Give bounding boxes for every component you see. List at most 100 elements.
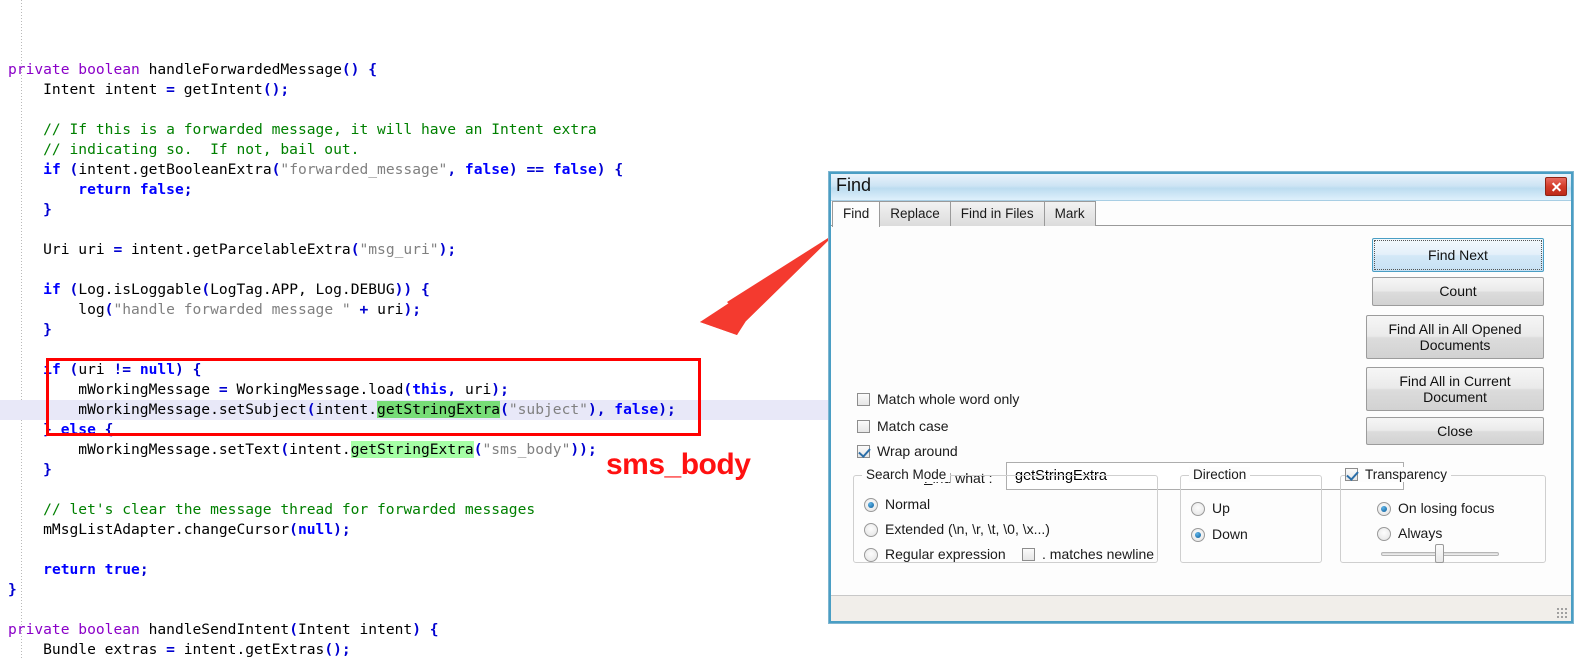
code-token: Bundle extras: [8, 641, 167, 658]
code-line: }: [0, 200, 828, 220]
code-token: =: [218, 381, 228, 398]
code-token: handleForwardedMessage: [148, 61, 342, 78]
dot-matches-newline-label: . matches newline: [1042, 546, 1155, 562]
radio-icon[interactable]: [1191, 502, 1205, 516]
code-token: false: [614, 401, 659, 418]
direction-down[interactable]: Down: [1191, 526, 1248, 542]
dialog-tabs[interactable]: Find Replace Find in Files Mark: [831, 201, 1571, 227]
code-token: "handle forwarded message ": [113, 301, 351, 318]
search-mode-normal[interactable]: Normal: [864, 496, 930, 512]
code-token: );: [658, 401, 676, 418]
code-token: intent.getParcelableExtra: [122, 241, 351, 258]
radio-icon[interactable]: [1377, 502, 1391, 516]
code-token: ;: [183, 181, 193, 198]
code-token: ),: [587, 401, 615, 418]
find-next-label: Find Next: [1428, 246, 1488, 263]
wrap-around[interactable]: Wrap around: [857, 443, 958, 459]
tab-find-in-files[interactable]: Find in Files: [949, 201, 1045, 226]
transparency-title-wrap[interactable]: Transparency: [1345, 467, 1452, 482]
code-token: );: [403, 301, 422, 318]
find-all-in-all-opened-docs-button[interactable]: Find All in All Opened Documents: [1366, 315, 1544, 359]
close-icon[interactable]: [1545, 177, 1567, 196]
radio-icon[interactable]: [864, 548, 878, 562]
tab-find[interactable]: Find: [832, 201, 881, 227]
code-line: private boolean handleForwardedMessage()…: [0, 60, 828, 80]
code-token: () {: [341, 61, 378, 78]
code-line: if (Log.isLoggable(LogTag.APP, Log.DEBUG…: [0, 280, 828, 300]
code-token: =: [166, 81, 175, 98]
code-token: ();: [324, 641, 351, 658]
radio-icon[interactable]: [1191, 528, 1205, 542]
code-token: (: [403, 381, 413, 398]
radio-icon[interactable]: [864, 498, 878, 512]
code-token: "sms_body": [482, 441, 571, 458]
transparency-on-losing-focus-label: On losing focus: [1398, 500, 1495, 516]
transparency-on-losing-focus[interactable]: On losing focus: [1377, 500, 1495, 516]
radio-icon[interactable]: [1377, 527, 1391, 541]
search-mode-extended-label: Extended (\n, \r, \t, \0, \x...): [885, 521, 1050, 537]
code-token: ();: [262, 81, 290, 98]
tab-mark[interactable]: Mark: [1043, 201, 1096, 226]
direction-up[interactable]: Up: [1191, 500, 1230, 516]
code-token: (: [289, 621, 298, 638]
code-token: ;: [139, 561, 149, 578]
code-token: ) {: [412, 621, 439, 638]
transparency-slider-thumb[interactable]: [1435, 544, 1444, 563]
search-mode-regular-expression[interactable]: Regular expression: [864, 546, 1006, 562]
screenshot-root: private boolean handleForwardedMessage()…: [0, 0, 1576, 660]
find-next-button[interactable]: Find Next: [1372, 238, 1544, 272]
code-token: // indicating so. If not, bail out.: [8, 141, 360, 158]
code-token: mWorkingMessage.setSubject: [8, 401, 307, 418]
dialog-body: Find what : Find NextCountFind All in Al…: [831, 226, 1571, 596]
code-token: null: [139, 361, 175, 378]
count-button[interactable]: Count: [1372, 277, 1544, 306]
checkbox-icon[interactable]: [1345, 468, 1358, 481]
code-editor[interactable]: private boolean handleForwardedMessage()…: [0, 0, 828, 660]
resize-grip-icon[interactable]: [1556, 607, 1568, 619]
checkbox-icon[interactable]: [857, 420, 870, 433]
radio-icon[interactable]: [864, 523, 878, 537]
search-mode-extended[interactable]: Extended (\n, \r, \t, \0, \x...): [864, 521, 1050, 537]
code-line: if (intent.getBooleanExtra("forwarded_me…: [0, 160, 828, 180]
checkbox-icon[interactable]: [857, 445, 870, 458]
code-token: ) {: [596, 161, 624, 178]
code-token: private: [8, 621, 79, 638]
code-token: ==: [526, 161, 545, 178]
match-case[interactable]: Match case: [857, 418, 949, 434]
code-token: }: [8, 421, 61, 438]
code-token: (: [280, 441, 290, 458]
transparency-always[interactable]: Always: [1377, 525, 1442, 541]
code-token: false: [139, 181, 184, 198]
checkbox-icon[interactable]: [1022, 548, 1035, 561]
tab-replace[interactable]: Replace: [879, 201, 951, 226]
code-token: intent.: [289, 441, 351, 458]
direction-up-label: Up: [1212, 500, 1230, 516]
code-token: (: [306, 401, 316, 418]
code-token: ): [508, 161, 527, 178]
close-button[interactable]: Close: [1366, 417, 1544, 445]
dialog-title-bar[interactable]: Find: [831, 174, 1571, 201]
code-token: (: [60, 161, 79, 178]
code-token: ,: [447, 161, 465, 178]
find-all-in-current-doc-button[interactable]: Find All in Current Document: [1366, 367, 1544, 411]
code-line: Uri uri = intent.getParcelableExtra("msg…: [0, 240, 828, 260]
code-token: // let's clear the message thread for fo…: [8, 501, 536, 518]
checkbox-icon[interactable]: [857, 393, 870, 406]
dot-matches-newline[interactable]: . matches newline: [1022, 546, 1154, 562]
code-token: "forwarded_message": [280, 161, 448, 178]
match-whole-word-only[interactable]: Match whole word only: [857, 391, 1019, 407]
find-dialog[interactable]: Find FindReplaceFind in FilesMark Find w…: [829, 172, 1573, 623]
close-label: Close: [1437, 422, 1473, 439]
find-all-in-all-opened-docs-label: Find All in All Opened Documents: [1388, 320, 1522, 353]
dialog-statusbar: [831, 595, 1571, 621]
code-line: Intent intent = getIntent();: [0, 80, 828, 100]
